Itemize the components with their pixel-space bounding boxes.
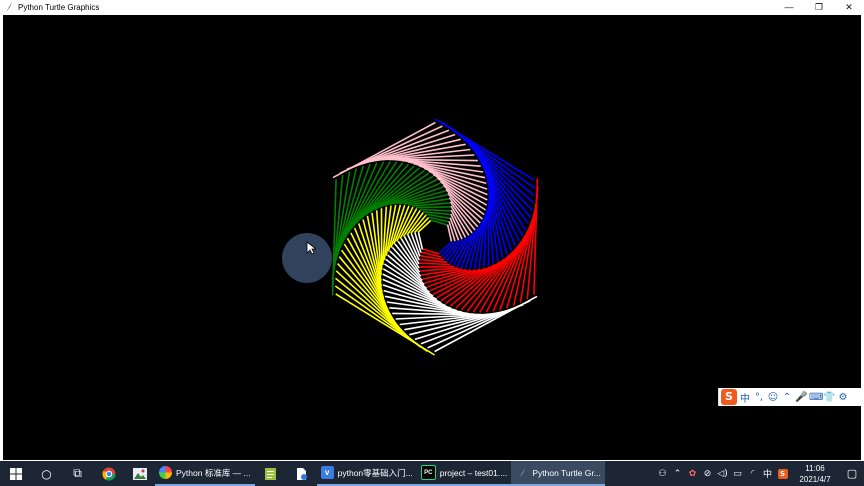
- ime-caret-icon[interactable]: ⌃: [781, 392, 793, 403]
- chevron-up-icon[interactable]: ⌃: [670, 469, 685, 479]
- ime-settings-icon[interactable]: ⚙: [837, 392, 849, 403]
- system-tray: ⚇ ⌃ ✿ ⊘ ◁) ▭ ◜ 中 S 11:06 2021/4/7 ▢: [655, 461, 864, 486]
- restore-icon: ❐: [814, 1, 824, 12]
- windows-start-icon[interactable]: [0, 461, 31, 486]
- ime-skin-icon[interactable]: 👕: [823, 392, 835, 403]
- ime-toolbar: S 中 °, ☺ ⌃ 🎤 ⌨ 👕 ⚙: [718, 388, 864, 406]
- minimize-icon: —: [784, 2, 794, 12]
- taskbar-app-turtle[interactable]: Python Turtle Gr...: [511, 461, 605, 486]
- taskbar-app-label: Python Turtle Gr...: [532, 467, 601, 478]
- chrome-icon[interactable]: [93, 461, 124, 486]
- pycharm-icon: PC: [420, 465, 436, 480]
- minimize-button[interactable]: —: [774, 0, 804, 14]
- taskbar: ○ ⧉ Python 标准库 — ... v python零基础入门... PC…: [0, 461, 864, 486]
- battery-icon[interactable]: ▭: [730, 469, 745, 479]
- spiral-segment: [416, 206, 451, 209]
- flower-icon[interactable]: ✿: [685, 469, 700, 479]
- vscode-icon: v: [320, 466, 334, 479]
- window-controls: — ❐ ✕: [774, 0, 864, 14]
- ime-microphone-icon[interactable]: 🎤: [795, 392, 807, 403]
- colorful-circle-icon: [159, 466, 172, 479]
- notepad-icon[interactable]: [255, 461, 286, 486]
- ime-chinese-mode-icon[interactable]: 中: [739, 390, 751, 405]
- ime-keyboard-icon[interactable]: ⌨: [809, 392, 823, 403]
- clock-date: 2021/4/7: [799, 474, 831, 484]
- task-view-icon[interactable]: ⧉: [62, 461, 93, 486]
- file-icon[interactable]: [286, 461, 317, 486]
- volume-icon[interactable]: ◁): [715, 469, 730, 479]
- clock-time: 11:06: [805, 463, 825, 473]
- ime-punctuation-icon[interactable]: °,: [753, 392, 765, 403]
- wifi-off-icon[interactable]: ⊘: [700, 469, 715, 479]
- spiral-segment: [419, 265, 454, 268]
- spiral-segment: [419, 208, 451, 212]
- ime-indicator[interactable]: 中: [760, 467, 775, 480]
- photos-icon[interactable]: [124, 461, 155, 486]
- search-icon[interactable]: ○: [31, 461, 62, 486]
- close-button[interactable]: ✕: [834, 0, 864, 14]
- taskbar-app-python-course[interactable]: v python零基础入门...: [316, 461, 417, 486]
- window-title: Python Turtle Graphics: [18, 2, 100, 12]
- spiral-segment: [460, 229, 477, 269]
- network-icon[interactable]: ◜: [745, 469, 760, 479]
- mouse-pointer-icon: [306, 241, 316, 255]
- sogou-tray-icon[interactable]: S: [775, 468, 790, 479]
- taskbar-app-label: python零基础入门...: [337, 467, 413, 478]
- ime-emoji-icon[interactable]: ☺: [767, 392, 779, 403]
- person-icon[interactable]: ⚇: [655, 469, 670, 479]
- spiral-segment: [410, 214, 427, 235]
- clock[interactable]: 11:06 2021/4/7: [790, 463, 840, 485]
- sogou-logo-icon[interactable]: S: [721, 389, 737, 405]
- taskbar-app-pycharm[interactable]: PC project – test01....: [416, 461, 512, 486]
- title-bar: Python Turtle Graphics — ❐ ✕: [0, 0, 864, 14]
- close-icon: ✕: [845, 1, 853, 12]
- spiral-segment: [419, 262, 451, 266]
- taskbar-app-label: Python 标准库 — ...: [176, 467, 251, 478]
- restore-button[interactable]: ❐: [804, 0, 834, 14]
- python-feather-icon: [6, 2, 12, 12]
- spiral-segment: [443, 239, 460, 260]
- taskbar-app-python-docs[interactable]: Python 标准库 — ...: [155, 461, 255, 486]
- taskbar-app-label: project – test01....: [439, 467, 508, 478]
- notification-center-icon[interactable]: ▢: [840, 467, 864, 480]
- python-feather-icon: [515, 466, 528, 479]
- spiral-segment: [393, 205, 410, 245]
